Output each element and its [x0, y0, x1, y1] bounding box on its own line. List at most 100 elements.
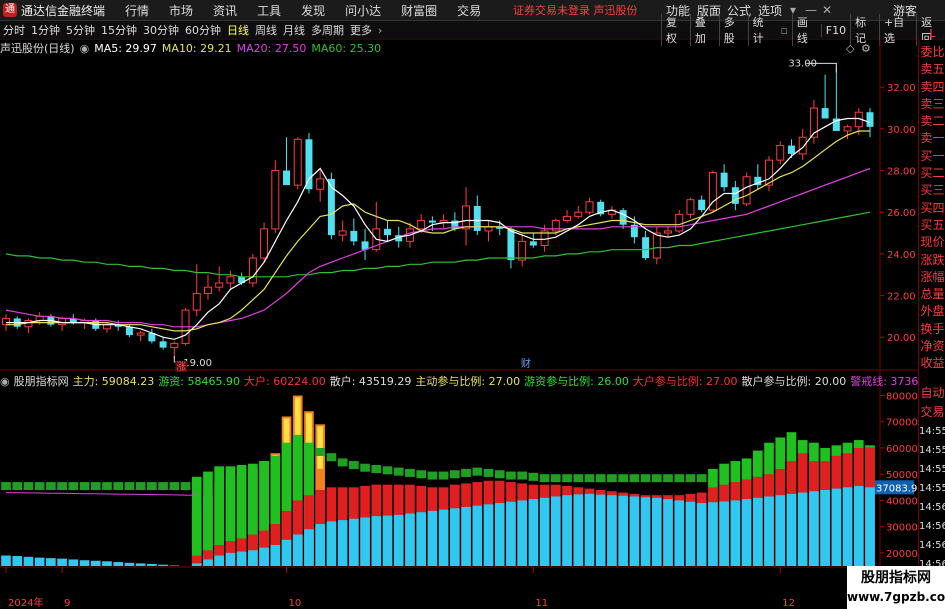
- indicator-name[interactable]: 股朋指标网: [14, 373, 69, 389]
- ind-tick-label: 50000: [886, 470, 918, 481]
- ind-bar-hot-money: [393, 467, 404, 476]
- ind-bar-retail: [775, 495, 786, 566]
- chart-canvas[interactable]: 32.00 30.00 28.00 26.00 24.00 22.00 20.00 8000…: [0, 0, 945, 609]
- candle-body: [125, 326, 133, 336]
- ind-bar-retail: [292, 534, 303, 566]
- ind-bar-hot-money: [629, 474, 640, 483]
- ind-bar-retail: [393, 514, 404, 566]
- ind-bar-retail: [797, 492, 808, 566]
- ind-bar-hot-money: [360, 463, 370, 472]
- ind-bar-hot-money: [147, 482, 157, 491]
- ind-bar-retail: [517, 500, 527, 566]
- panel-time-label: 14:56: [919, 521, 945, 532]
- panel-corner[interactable]: L: [919, 27, 945, 40]
- ind-bar-hot-money: [640, 474, 651, 483]
- candle-body: [271, 170, 280, 230]
- candle-body: [686, 199, 695, 215]
- candle-body: [529, 241, 537, 246]
- candle-body: [203, 286, 212, 294]
- ma20-label: MA20: 27.50: [236, 41, 307, 55]
- candle-body: [35, 315, 44, 322]
- candle-body: [136, 332, 145, 336]
- ind-bar-retail: [214, 555, 225, 566]
- ind-bar-hot-money: [46, 482, 56, 491]
- ind-bar-retail: [68, 559, 79, 566]
- panel-time-label: 14:55: [919, 426, 945, 437]
- ind-hot-money-ratio: 游资参与比例: 26.00: [524, 375, 629, 388]
- ind-bar-retail: [607, 495, 617, 566]
- candle-body: [260, 228, 269, 259]
- ind-bar-hot-money: [618, 474, 628, 483]
- ind-bar-retail: [79, 560, 90, 566]
- panel-label: 涨跌: [920, 252, 945, 267]
- candle-body: [293, 138, 302, 186]
- ind-bar-hot-money: [12, 482, 23, 491]
- ind-bar-retail: [730, 500, 741, 566]
- ind-bar-retail: [506, 501, 516, 566]
- ind-bar-hot-money: [1, 482, 11, 491]
- ind-bar-retail: [651, 497, 662, 566]
- panel-label: 卖二: [920, 114, 945, 129]
- quote-side-panel: L 委比 卖五 卖四 卖三 卖二 卖一 买一 买二 买三 买四 买五 现价 涨跌 涨幅 总量 外盘 换手 净资 收益…: [918, 27, 945, 609]
- panel-label: 委比: [920, 45, 945, 59]
- ind-bar-retail: [550, 496, 561, 566]
- ind-bar-retail: [741, 499, 752, 566]
- ind-bar-retail: [34, 557, 45, 566]
- panel-time-label: 14:56: [919, 502, 945, 513]
- ind-bar-retail: [248, 550, 258, 566]
- panel-label: 买一: [920, 148, 945, 163]
- ind-bar-retail: [259, 547, 269, 566]
- ind-bar-retail: [304, 529, 314, 566]
- ind-bar-retail: [674, 500, 685, 566]
- candle-body: [170, 342, 179, 349]
- ind-bar-retail: [315, 524, 326, 566]
- price-tick-label: 20.00: [887, 333, 916, 344]
- ind-bar-retail: [326, 521, 337, 566]
- ma-settings-icon[interactable]: ◉: [80, 42, 90, 55]
- panel-time-label: 自动: [920, 386, 945, 400]
- ind-bar-retail: [752, 497, 763, 566]
- ind-bar-retail: [23, 556, 34, 566]
- ind-tick-label: 40000: [886, 496, 918, 507]
- ind-bar-hot-money: [506, 471, 516, 480]
- stock-title[interactable]: 声迅股份(日线): [0, 40, 75, 56]
- ma60-line: [5, 211, 871, 278]
- ind-bar-hot-money: [337, 458, 348, 467]
- ind-bar-hot-money: [371, 465, 382, 474]
- ind-bar-retail: [102, 561, 112, 566]
- ind-bar-hot-money: [382, 466, 393, 475]
- ind-bar-retail: [450, 508, 460, 566]
- ind-bar-hot-money: [23, 482, 34, 491]
- candlestick-series: [2, 66, 874, 358]
- ind-bar-retail: [573, 494, 584, 566]
- price-tick-label: 28.00: [887, 167, 916, 178]
- ind-bar-retail: [438, 509, 449, 566]
- candle-body: [866, 112, 874, 127]
- ind-bar-hot-money: [584, 474, 595, 483]
- diamond-icon: ◇: [846, 42, 855, 55]
- ind-bar-retail: [865, 487, 875, 566]
- panel-label: 外盘: [920, 304, 945, 319]
- panel-label: 卖五: [920, 62, 945, 77]
- indicator-settings-icon[interactable]: ◉: [0, 375, 10, 388]
- ind-bar-retail: [427, 510, 438, 566]
- indicator-bars: [1, 395, 875, 566]
- ind-bar-retail: [483, 504, 494, 566]
- ind-tick-label: 30000: [886, 523, 918, 534]
- ind-bar-retail: [629, 496, 640, 566]
- ind-retail: 散户: 43519.29: [329, 375, 412, 388]
- ind-bar-hot-money: [113, 482, 124, 491]
- ind-tick-label: 70000: [886, 418, 918, 429]
- ind-bar-retail: [1, 555, 11, 566]
- zhang-marker: 涨: [176, 361, 186, 373]
- ind-bar-retail: [461, 506, 471, 566]
- panel-label: 买五: [920, 217, 945, 232]
- ind-bar-hot-money: [349, 461, 359, 470]
- ma5-label: MA5: 29.97: [94, 41, 157, 55]
- candle-body: [720, 172, 728, 188]
- panel-time-label: 14:55: [919, 445, 945, 456]
- candle-body: [507, 228, 515, 261]
- ind-bar-hot-money: [607, 474, 617, 483]
- ind-bar-retail: [494, 503, 505, 566]
- ind-bar-retail: [135, 563, 146, 566]
